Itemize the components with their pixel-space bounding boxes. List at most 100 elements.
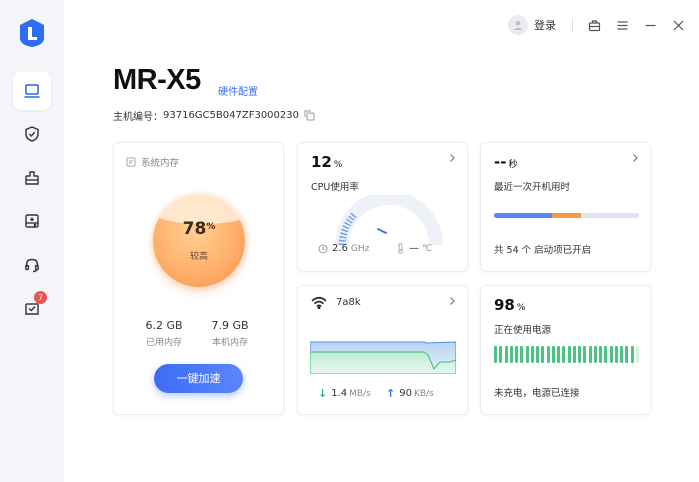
network-card[interactable]: 7a8k ↓ 1.4 MB/s ↑ 90 KB/s xyxy=(297,285,468,415)
login-button[interactable]: 登录 xyxy=(508,15,556,35)
boot-time-unit: 秒 xyxy=(508,160,518,170)
app-logo xyxy=(20,19,44,47)
boot-time-card[interactable]: -- 秒 最近一次开机用时 共 54 个 启动项已开启 xyxy=(480,142,651,272)
sidebar-item-security[interactable] xyxy=(13,115,51,153)
upload-speed-value: 90 xyxy=(399,388,412,399)
user-icon xyxy=(513,20,523,30)
toolbox-icon xyxy=(588,19,600,31)
download-speed: ↓ 1.4 MB/s xyxy=(318,387,371,400)
headset-icon xyxy=(25,258,39,273)
toolbox-button[interactable] xyxy=(587,18,601,32)
chevron-right-icon[interactable] xyxy=(630,153,640,163)
cpu-usage-number: 12 xyxy=(311,153,332,171)
device-model-title: MR-X5 xyxy=(113,64,201,96)
serial-value: 93716GC5B047ZF3000230 xyxy=(163,110,299,121)
download-speed-unit: MB/s xyxy=(349,388,371,399)
battery-level-bar xyxy=(557,346,560,363)
power-source-label: 正在使用电源 xyxy=(494,325,552,336)
battery-level-bar xyxy=(504,346,508,363)
upload-speed-unit: KB/s xyxy=(413,388,434,399)
battery-level-bar xyxy=(630,346,634,363)
wifi-icon xyxy=(311,296,327,309)
battery-level-bar xyxy=(536,346,539,363)
battery-level-bar xyxy=(599,346,602,363)
sidebar-item-cleanup[interactable] xyxy=(13,159,51,197)
login-label: 登录 xyxy=(534,19,556,32)
download-speed-value: 1.4 xyxy=(331,388,348,399)
hardware-config-link[interactable]: 硬件配置 xyxy=(218,83,258,98)
sidebar-item-messages[interactable]: 7 xyxy=(13,289,51,327)
battery-level-bar xyxy=(635,346,639,363)
memory-title-label: 系统内存 xyxy=(141,158,180,169)
startup-items-note: 共 54 个 启动项已开启 xyxy=(494,245,592,256)
cpu-usage-value: 12% xyxy=(311,153,342,171)
shield-check-icon xyxy=(25,126,39,142)
boot-time-segment xyxy=(581,213,639,218)
battery-level-bar xyxy=(551,346,555,363)
cpu-card[interactable]: 12% CPU使用率 2.6 GHz — ℃ xyxy=(297,142,468,272)
battery-level-bar xyxy=(614,346,618,363)
chevron-right-icon[interactable] xyxy=(447,153,457,163)
memory-chip-icon xyxy=(126,157,136,167)
memory-usage-state: 较高 xyxy=(189,252,208,262)
main-panel: 登录 MR-X5 硬件配置 主机编号： 93716GC5B047ZF300023… xyxy=(64,0,699,482)
memory-card: 系统内存 78% 较高 6.2 GB 已用内存 7.9 GB 本机内存 一键加速 xyxy=(113,142,284,415)
hamburger-menu-icon xyxy=(617,20,627,30)
battery-level-bar xyxy=(520,346,524,363)
cpu-temperature-value: — xyxy=(409,243,419,254)
battery-level-bar xyxy=(541,346,545,363)
battery-level-bar xyxy=(515,346,518,363)
minimize-button[interactable] xyxy=(643,18,657,32)
cpu-usage-unit: % xyxy=(333,160,343,170)
cpu-temperature: — ℃ xyxy=(397,243,432,254)
memory-used-label: 已用内存 xyxy=(145,338,182,348)
title-bar-divider xyxy=(572,19,573,31)
cpu-usage-gauge xyxy=(335,195,443,246)
boot-time-bar xyxy=(494,213,639,218)
battery-level-bar xyxy=(620,346,623,363)
cpu-temperature-unit: ℃ xyxy=(422,243,433,254)
battery-level-bar xyxy=(562,346,566,363)
network-name: 7a8k xyxy=(336,297,361,308)
close-button[interactable] xyxy=(671,18,685,32)
download-arrow-icon: ↓ xyxy=(318,387,328,400)
chevron-right-icon[interactable] xyxy=(447,296,457,306)
copy-icon[interactable] xyxy=(304,110,315,121)
battery-level-bar xyxy=(525,346,529,363)
battery-level-bar xyxy=(609,346,613,363)
menu-button[interactable] xyxy=(615,18,629,32)
boot-time-segment xyxy=(552,213,581,218)
title-bar: 登录 xyxy=(508,0,699,50)
thermometer-icon xyxy=(398,243,403,254)
upload-speed: ↑ 90 KB/s xyxy=(386,387,434,400)
upload-arrow-icon: ↑ xyxy=(386,387,396,400)
battery-level-bar xyxy=(509,346,513,363)
network-traffic-graph xyxy=(310,341,456,374)
sidebar: 7 xyxy=(0,0,64,482)
sidebar-item-device[interactable] xyxy=(13,72,51,110)
battery-level-bar xyxy=(546,346,550,363)
serial-label: 主机编号： xyxy=(113,112,163,123)
one-click-boost-button[interactable]: 一键加速 xyxy=(154,364,243,393)
cpu-frequency: 2.6 GHz xyxy=(318,243,369,254)
boot-time-number: -- xyxy=(494,153,507,171)
battery-level-unit: % xyxy=(516,303,526,313)
battery-level-bar xyxy=(593,346,597,363)
memory-total-label: 本机内存 xyxy=(211,338,248,348)
memory-card-title: 系统内存 xyxy=(126,155,179,169)
boot-time-value: -- 秒 xyxy=(494,153,517,171)
battery-level-bars xyxy=(494,346,639,363)
serial-number-row: 主机编号： 93716GC5B047ZF3000230 xyxy=(113,108,315,123)
sidebar-item-drivers[interactable] xyxy=(13,202,51,240)
memory-total-value: 7.9 GB xyxy=(211,319,249,332)
cpu-frequency-value: 2.6 xyxy=(332,243,348,254)
sidebar-item-support[interactable] xyxy=(13,246,51,284)
boot-time-segment xyxy=(494,213,552,218)
cpu-usage-label: CPU使用率 xyxy=(311,182,359,193)
drive-icon xyxy=(25,214,39,228)
charging-status: 未充电，电源已连接 xyxy=(494,388,580,399)
avatar xyxy=(508,15,528,35)
battery-level-number: 98 xyxy=(494,296,515,314)
battery-level-bar xyxy=(578,346,581,363)
eraser-icon xyxy=(25,171,39,185)
